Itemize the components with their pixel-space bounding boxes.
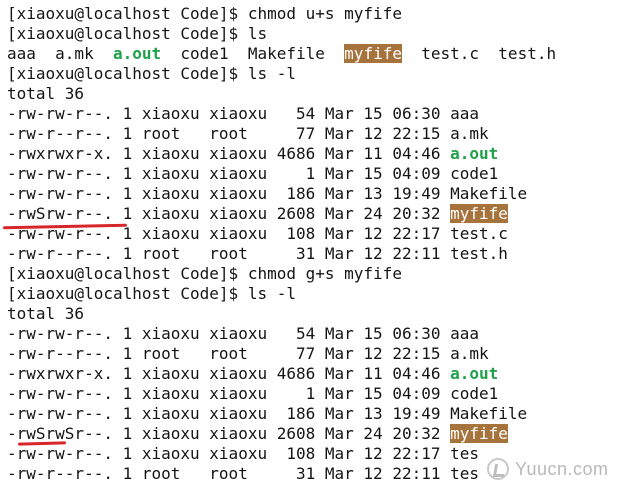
executable-filename: a.out [112, 44, 162, 63]
terminal-text-segment: -rwSrwSr--. 1 xiaoxu xiaoxu 2608 Mar 24 … [7, 424, 451, 443]
terminal-line: -rwxrwxr-x. 1 xiaoxu xiaoxu 4686 Mar 11 … [7, 364, 556, 384]
terminal-line: -rwSrw-r--. 1 xiaoxu xiaoxu 2608 Mar 24 … [7, 204, 556, 224]
terminal-window[interactable]: [xiaoxu@localhost Code]$ chmod u+s myfif… [0, 0, 621, 496]
terminal-text-segment: total 36 [7, 304, 85, 323]
watermark: Yuucn.com [487, 452, 617, 486]
terminal-text-segment: -rw-rw-r--. 1 xiaoxu xiaoxu 1 Mar 15 04:… [7, 164, 499, 183]
terminal-text-segment: -rw-rw-r--. 1 xiaoxu xiaoxu 186 Mar 13 1… [7, 184, 528, 203]
terminal-line: total 36 [7, 304, 556, 324]
terminal-line: aaa a.mk a.out code1 Makefile myfife tes… [7, 44, 556, 64]
terminal-line: -rw-rw-r--. 1 xiaoxu xiaoxu 1 Mar 15 04:… [7, 164, 556, 184]
terminal-line: [xiaoxu@localhost Code]$ chmod g+s myfif… [7, 264, 556, 284]
setuid-filename: myfife [450, 204, 508, 223]
terminal-line: -rw-rw-r--. 1 xiaoxu xiaoxu 186 Mar 13 1… [7, 404, 556, 424]
terminal-line: [xiaoxu@localhost Code]$ ls [7, 24, 556, 44]
yuucn-logo-icon [487, 458, 509, 480]
terminal-line: -rw-r--r--. 1 root root 77 Mar 12 22:15 … [7, 124, 556, 144]
terminal-text-segment: -rw-rw-r--. 1 xiaoxu xiaoxu 186 Mar 13 1… [7, 404, 528, 423]
terminal-text-segment: [xiaoxu@localhost Code]$ ls -l [7, 284, 296, 303]
terminal-line: -rw-r--r--. 1 root root 77 Mar 12 22:15 … [7, 344, 556, 364]
terminal-text-segment: -rw-r--r--. 1 root root 31 Mar 12 22:11 … [7, 244, 508, 263]
terminal-text-segment: -rw-rw-r--. 1 xiaoxu xiaoxu 54 Mar 15 06… [7, 324, 480, 343]
terminal-line: -rw-r--r--. 1 root root 31 Mar 12 22:11 … [7, 244, 556, 264]
terminal-text-segment: [xiaoxu@localhost Code]$ ls [7, 24, 268, 43]
terminal-text-segment: -rwxrwxr-x. 1 xiaoxu xiaoxu 4686 Mar 11 … [7, 144, 451, 163]
terminal-text-segment: aaa a.mk [7, 44, 113, 63]
terminal-text-segment: -rwxrwxr-x. 1 xiaoxu xiaoxu 4686 Mar 11 … [7, 364, 451, 383]
terminal-line: [xiaoxu@localhost Code]$ ls -l [7, 64, 556, 84]
terminal-text-segment: code1 Makefile [161, 44, 345, 63]
terminal-text-segment: [xiaoxu@localhost Code]$ chmod g+s myfif… [7, 264, 402, 283]
terminal-text-segment: -rw-rw-r--. 1 xiaoxu xiaoxu 1 Mar 15 04:… [7, 384, 499, 403]
terminal-text-segment: -rw-r--r--. 1 root root 77 Mar 12 22:15 … [7, 124, 489, 143]
terminal-line: [xiaoxu@localhost Code]$ ls -l [7, 284, 556, 304]
terminal-line: [xiaoxu@localhost Code]$ chmod u+s myfif… [7, 4, 556, 24]
terminal-text-segment: test.c test.h [401, 44, 557, 63]
terminal-text-segment: [xiaoxu@localhost Code]$ chmod u+s myfif… [7, 4, 402, 23]
terminal-text-segment: [xiaoxu@localhost Code]$ ls -l [7, 64, 296, 83]
terminal-line: -rwxrwxr-x. 1 xiaoxu xiaoxu 4686 Mar 11 … [7, 144, 556, 164]
terminal-text-segment: -rw-r--r--. 1 root root 31 Mar 12 22:11 … [7, 464, 480, 483]
terminal-line: -rwSrwSr--. 1 xiaoxu xiaoxu 2608 Mar 24 … [7, 424, 556, 444]
terminal-text-segment: -rw-rw-r--. 1 xiaoxu xiaoxu 54 Mar 15 06… [7, 104, 480, 123]
terminal-line: -rw-r--r--. 1 root root 31 Mar 12 22:11 … [7, 464, 556, 484]
terminal-text-segment: -rwSrw-r--. 1 xiaoxu xiaoxu 2608 Mar 24 … [7, 204, 451, 223]
setuid-filename: myfife [344, 44, 402, 63]
terminal-line: -rw-rw-r--. 1 xiaoxu xiaoxu 108 Mar 12 2… [7, 444, 556, 464]
terminal-line: total 36 [7, 84, 556, 104]
terminal-output: [xiaoxu@localhost Code]$ chmod u+s myfif… [7, 4, 556, 484]
terminal-text-segment: -rw-r--r--. 1 root root 77 Mar 12 22:15 … [7, 344, 489, 363]
executable-filename: a.out [450, 364, 499, 383]
terminal-text-segment: total 36 [7, 84, 85, 103]
terminal-line: -rw-rw-r--. 1 xiaoxu xiaoxu 1 Mar 15 04:… [7, 384, 556, 404]
setuid-filename: myfife [450, 424, 508, 443]
watermark-text: Yuucn.com [515, 458, 609, 479]
executable-filename: a.out [450, 144, 499, 163]
terminal-text-segment: -rw-rw-r--. 1 xiaoxu xiaoxu 108 Mar 12 2… [7, 444, 480, 463]
terminal-line: -rw-rw-r--. 1 xiaoxu xiaoxu 54 Mar 15 06… [7, 324, 556, 344]
terminal-line: -rw-rw-r--. 1 xiaoxu xiaoxu 186 Mar 13 1… [7, 184, 556, 204]
terminal-line: -rw-rw-r--. 1 xiaoxu xiaoxu 54 Mar 15 06… [7, 104, 556, 124]
